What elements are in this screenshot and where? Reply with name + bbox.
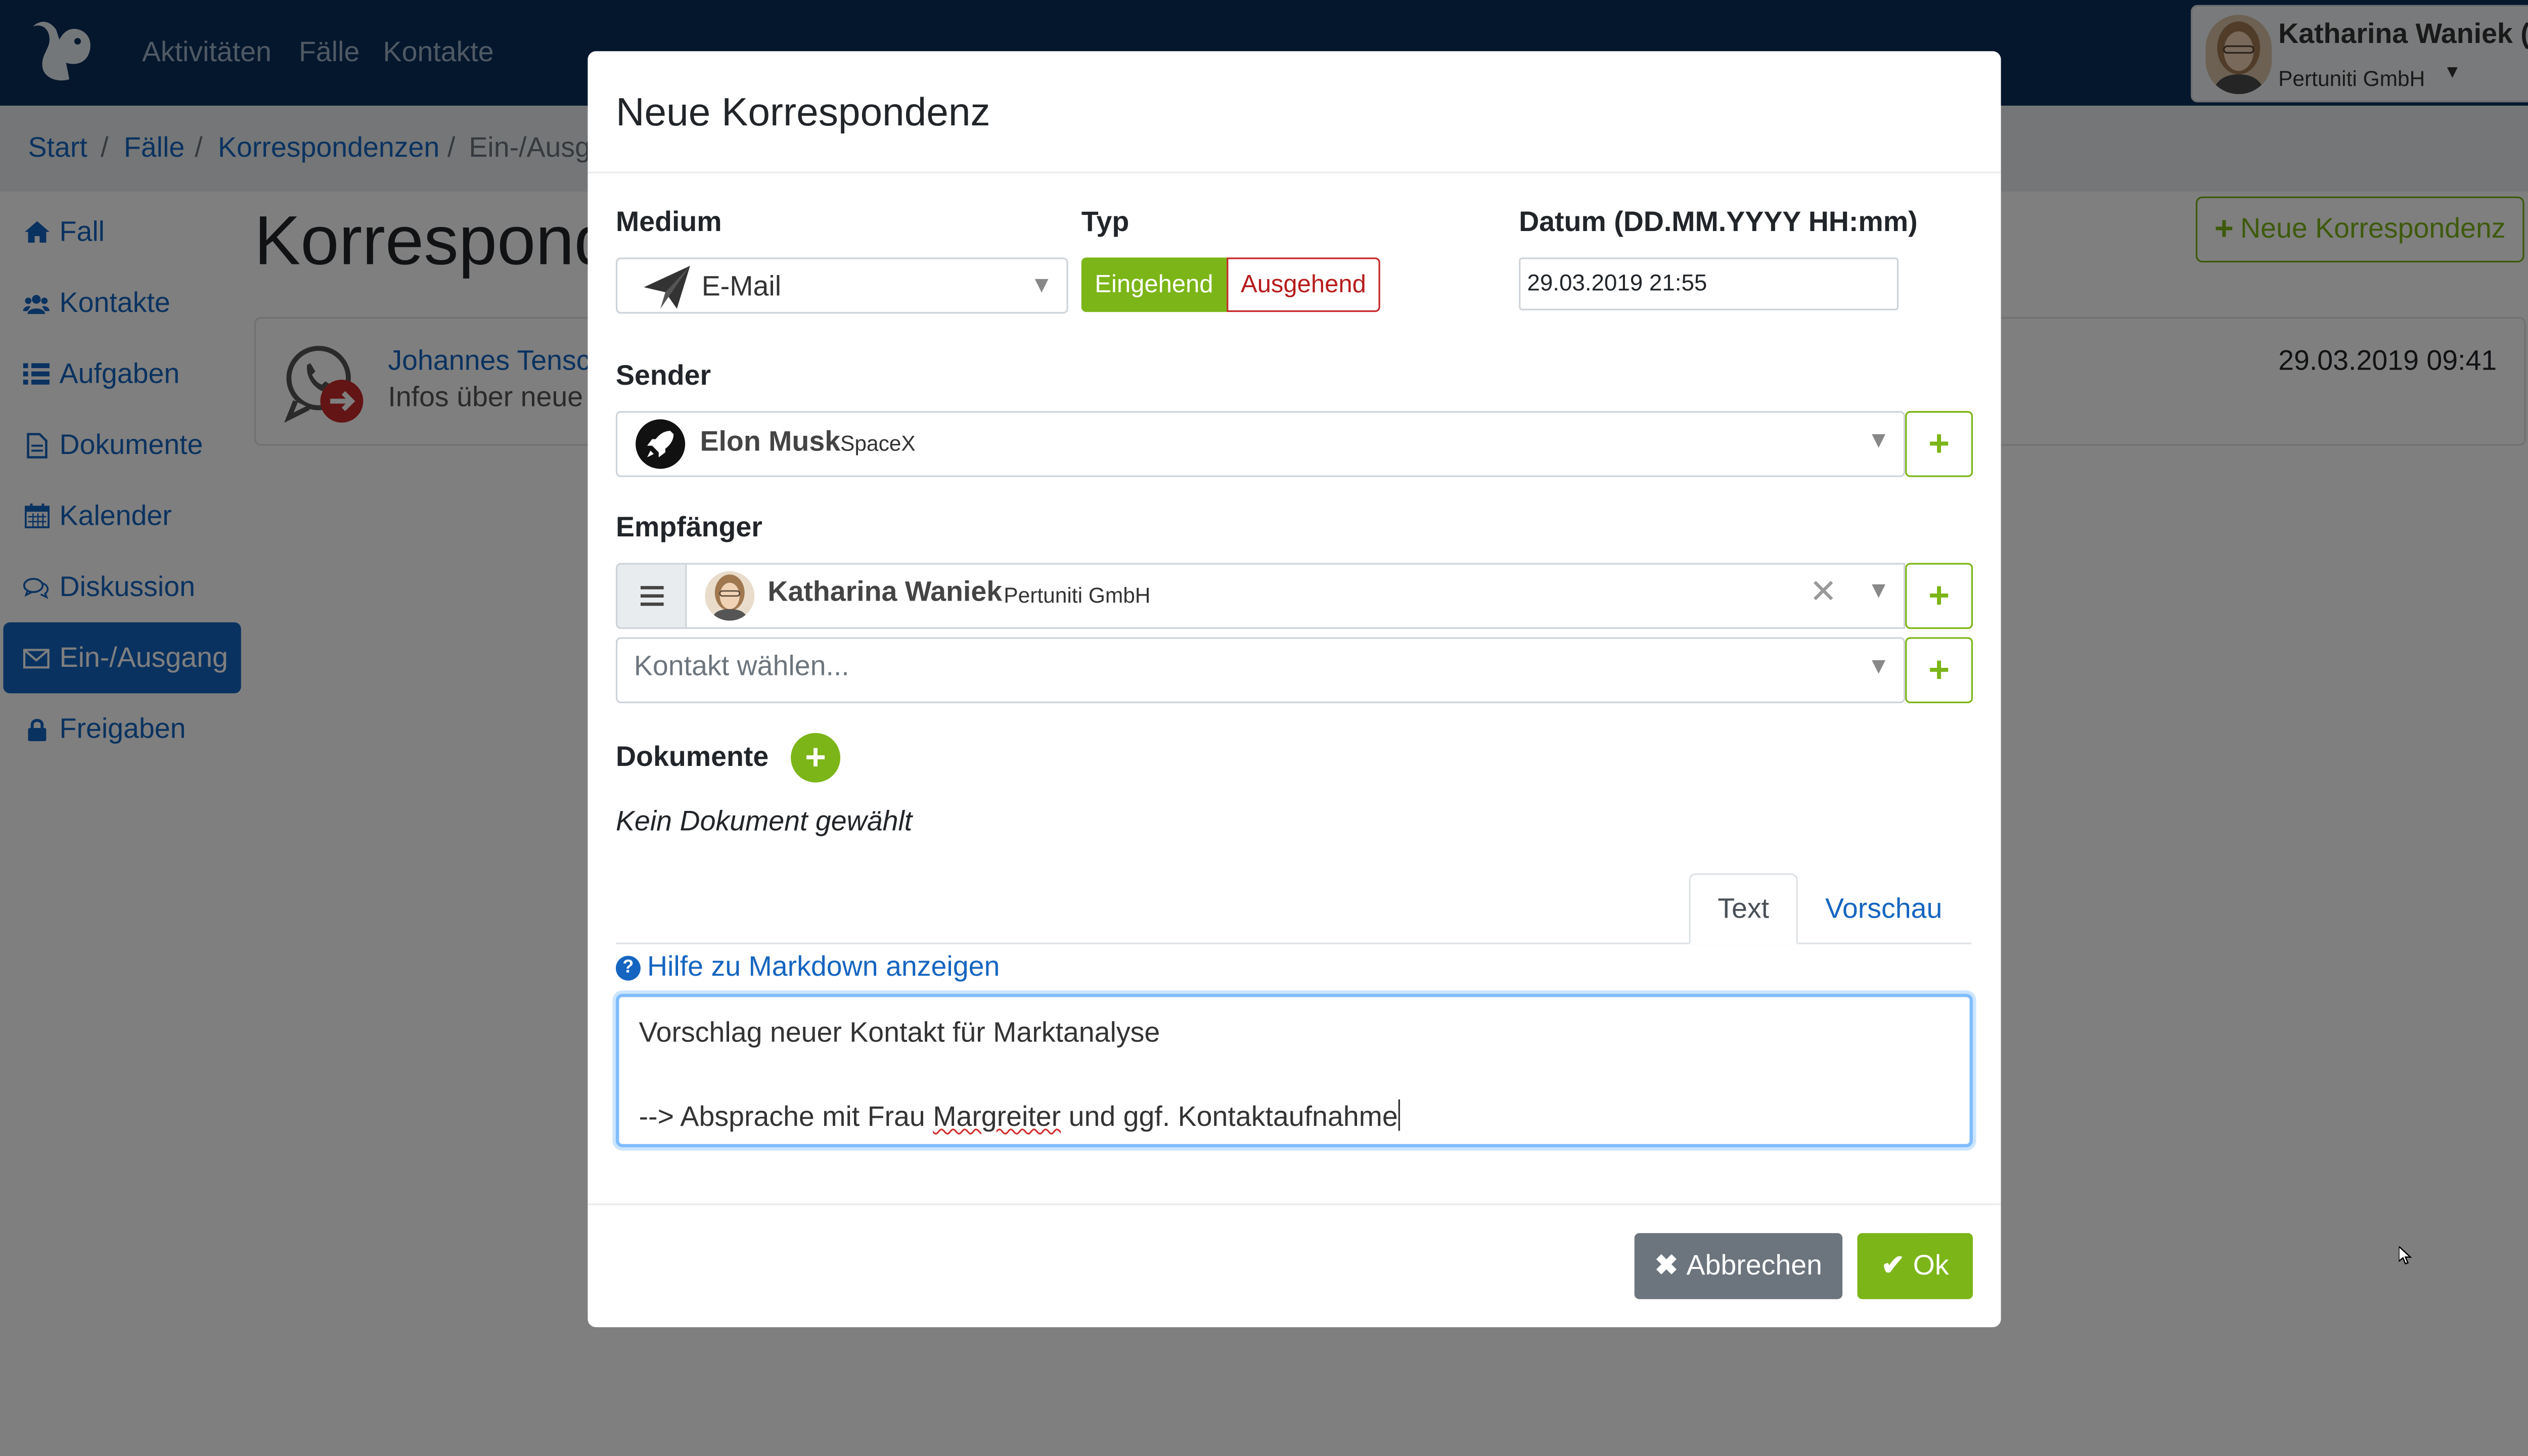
drag-handle-icon[interactable]	[615, 563, 687, 629]
text-line-empty	[639, 1054, 1950, 1096]
add-document-button[interactable]: +	[791, 733, 841, 783]
sender-name: Elon Musk	[700, 426, 841, 458]
close-icon: ✖	[1654, 1249, 1679, 1281]
text-line: Vorschlag neuer Kontakt für Marktanalyse	[639, 1017, 1160, 1049]
app-screen: Aktivitäten Fälle Kontakte Katharina Wan…	[0, 0, 2528, 1456]
typ-outgoing-button[interactable]: Ausgehend	[1227, 257, 1380, 312]
tab-preview[interactable]: Vorschau	[1798, 873, 1970, 944]
markdown-help-link[interactable]: ? Hilfe zu Markdown anzeigen	[615, 950, 1000, 984]
text-cursor	[1397, 1099, 1400, 1131]
recipient-name: Katharina Waniek	[768, 576, 1003, 608]
add-sender-button[interactable]: +	[1905, 411, 1973, 477]
message-textarea[interactable]: Vorschlag neuer Kontakt für Marktanalyse…	[615, 993, 1973, 1148]
misspelled-word: Margreiter	[933, 1101, 1061, 1132]
add-contact-button[interactable]: +	[1905, 637, 1973, 704]
check-icon: ✔	[1881, 1249, 1905, 1281]
text-segment: --> Absprache mit Frau	[639, 1101, 933, 1132]
paper-plane-icon	[644, 265, 690, 309]
medium-select[interactable]: E-Mail ▼	[615, 257, 1068, 314]
question-circle-icon: ?	[615, 954, 641, 980]
cancel-label: Abbrechen	[1686, 1249, 1823, 1281]
ok-button[interactable]: ✔ Ok	[1857, 1233, 1973, 1299]
text-segment: und ggf. Kontaktaufnahme	[1061, 1101, 1398, 1132]
new-correspondence-dialog: Neue Korrespondenz Medium E-Mail ▼ Typ E…	[588, 51, 2001, 1328]
sender-label: Sender	[615, 359, 711, 391]
mouse-cursor-icon	[2399, 1246, 2412, 1265]
divider	[588, 171, 2001, 173]
sender-select[interactable]: Elon Musk SpaceX ▼	[615, 411, 1906, 477]
tab-text[interactable]: Text	[1689, 873, 1798, 944]
avatar	[705, 571, 755, 621]
ok-label: Ok	[1913, 1249, 1949, 1281]
chevron-down-icon[interactable]: ▼	[1030, 271, 1053, 297]
cancel-button[interactable]: ✖ Abbrechen	[1634, 1233, 1843, 1299]
recipient-label: Empfänger	[615, 512, 762, 543]
close-icon[interactable]: ✕	[1810, 571, 1837, 613]
documents-label: Dokumente	[615, 741, 769, 773]
rocket-icon	[636, 419, 686, 469]
recipient-org: Pertuniti GmbH	[1004, 582, 1151, 608]
typ-incoming-button[interactable]: Eingehend	[1081, 257, 1227, 312]
medium-value: E-Mail	[701, 270, 782, 302]
typ-label: Typ	[1081, 206, 1130, 238]
sender-org: SpaceX	[840, 431, 916, 456]
contact-select-placeholder: Kontakt wählen...	[634, 650, 849, 682]
divider	[588, 1203, 2001, 1205]
add-recipient-button[interactable]: +	[1905, 563, 1973, 629]
text-line: --> Absprache mit Frau Margreiter und gg…	[639, 1096, 1950, 1138]
chevron-down-icon[interactable]: ▼	[1867, 576, 1890, 603]
chevron-down-icon[interactable]: ▼	[1867, 426, 1890, 452]
date-field[interactable]: 29.03.2019 21:55	[1519, 257, 1899, 310]
chevron-down-icon[interactable]: ▼	[1867, 652, 1890, 678]
recipient-select[interactable]: Katharina Waniek Pertuniti GmbH	[685, 563, 1906, 629]
modal-title: Neue Korrespondenz	[615, 90, 990, 135]
date-label: Datum (DD.MM.YYYY HH:mm)	[1519, 206, 1918, 238]
no-document-text: Kein Dokument gewählt	[615, 805, 913, 837]
markdown-help-label: Hilfe zu Markdown anzeigen	[647, 950, 1000, 982]
medium-label: Medium	[615, 206, 722, 238]
